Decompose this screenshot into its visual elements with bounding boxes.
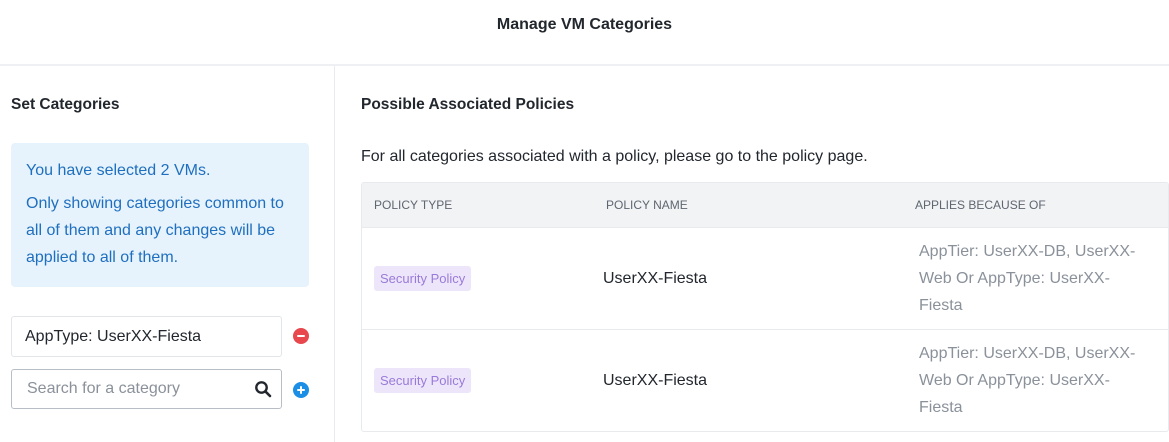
selection-info-box: You have selected 2 VMs. Only showing ca… [11,143,309,287]
policies-description: For all categories associated with a pol… [361,148,868,165]
page-title: Manage VM Categories [496,16,673,33]
applies-because-text: AppTier: UserXX-DB, UserXX-Web Or AppTyp… [919,345,1136,416]
table-row: Security Policy UserXX-Fiesta AppTier: U… [362,329,1168,431]
table-header: POLICY TYPE POLICY NAME APPLIES BECAUSE … [362,183,1168,227]
category-search-input[interactable] [12,370,281,408]
policy-name: UserXX-Fiesta [603,269,708,287]
set-categories-panel: Set Categories You have selected 2 VMs. … [0,66,335,442]
column-policy-type: POLICY TYPE [374,198,453,212]
remove-icon[interactable] [293,328,309,344]
policy-type-badge: Security Policy [374,368,472,393]
table-row: Security Policy UserXX-Fiesta AppTier: U… [362,227,1168,329]
policies-table: POLICY TYPE POLICY NAME APPLIES BECAUSE … [361,182,1169,432]
category-search [11,369,282,409]
dialog-header: Manage VM Categories [0,0,1169,66]
category-value: AppType: UserXX-Fiesta [11,316,282,357]
policy-type-badge: Security Policy [374,266,472,291]
add-icon[interactable] [293,382,309,398]
selection-note-text: Only showing categories common to all of… [26,195,284,266]
category-value-label: AppType: UserXX-Fiesta [25,327,202,345]
search-icon[interactable] [254,380,272,398]
set-categories-title: Set Categories [11,96,120,113]
associated-policies-title: Possible Associated Policies [361,96,575,113]
selected-count-text: You have selected 2 VMs. [26,162,211,179]
column-applies-because: APPLIES BECAUSE OF [915,198,1046,212]
associated-policies-panel: Possible Associated Policies For all cat… [336,66,1169,442]
applies-because-text: AppTier: UserXX-DB, UserXX-Web Or AppTyp… [919,243,1136,314]
column-policy-name: POLICY NAME [606,198,688,212]
policy-name: UserXX-Fiesta [603,371,708,389]
